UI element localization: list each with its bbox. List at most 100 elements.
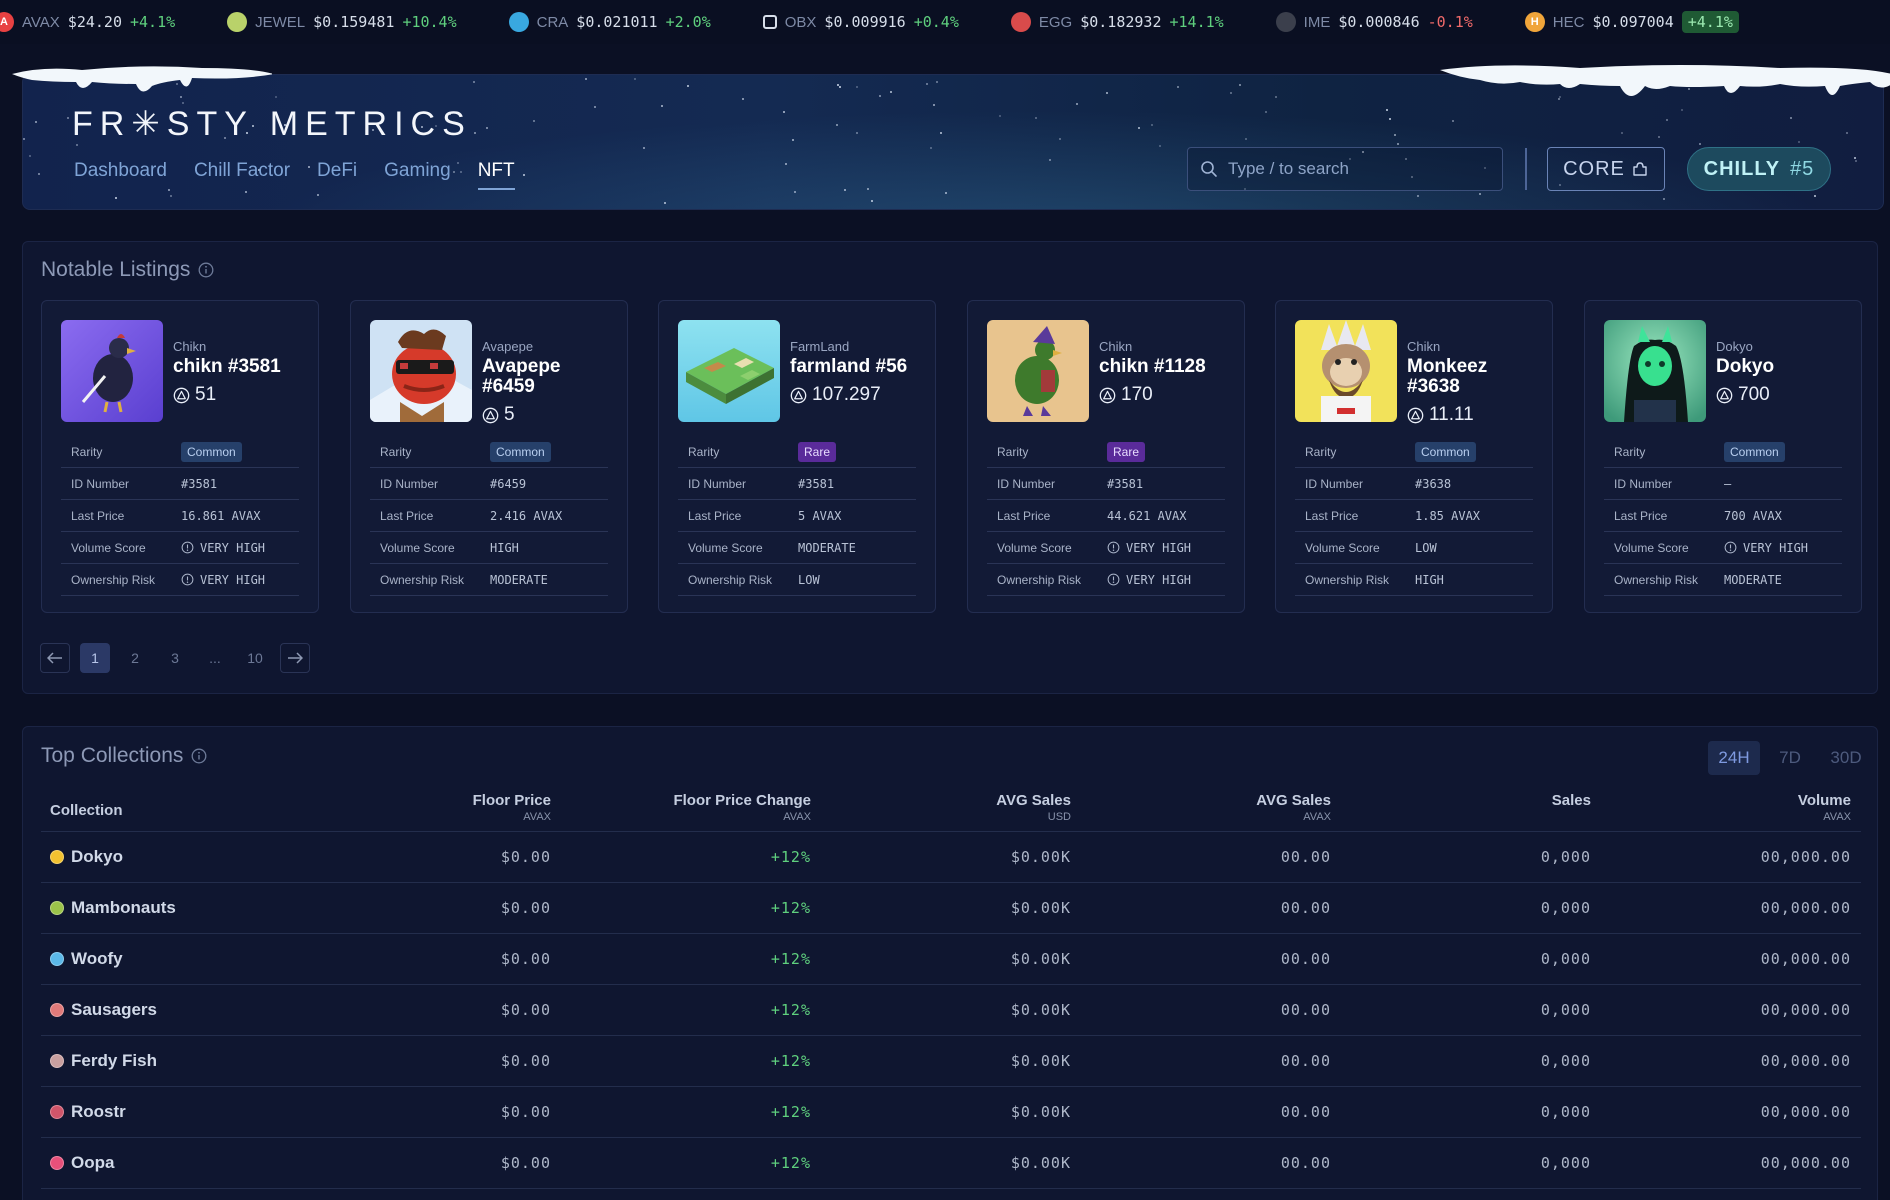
column-label: Collection (50, 802, 123, 819)
range-30d[interactable]: 30D (1820, 741, 1872, 775)
nft-name[interactable]: Dokyo (1716, 357, 1851, 377)
table-row[interactable]: Woofy $0.00 +12% $0.00K 00.00 0,000 00,000.00 (41, 934, 1861, 985)
warning-icon (1107, 541, 1120, 554)
collection-name[interactable]: Oopa (50, 1153, 114, 1173)
top-collections-heading: Top Collections (41, 744, 184, 767)
page-button[interactable]: 3 (160, 643, 190, 673)
page-button[interactable]: 1 (80, 643, 110, 673)
cell-sales: 0,000 (1540, 1154, 1591, 1172)
nft-card[interactable]: Chikn Monkeez #3638 11.11 Rarity Common ID Nu… (1275, 300, 1553, 613)
nft-name[interactable]: farmland #56 (790, 357, 925, 377)
nav-dashboard[interactable]: Dashboard (74, 160, 167, 190)
column-header[interactable]: Collection (50, 802, 123, 819)
snow-decoration-left (12, 66, 272, 92)
nav-chill-factor[interactable]: Chill Factor (194, 160, 290, 190)
column-header[interactable]: Floor Price AVAX (311, 792, 551, 823)
star-decoration (844, 189, 846, 191)
search-input[interactable] (1228, 159, 1478, 179)
property-label: ID Number (71, 476, 130, 491)
column-label: Floor Price (472, 792, 551, 809)
nft-card[interactable]: Avapepe Avapepe #6459 5 Rarity Common ID Numb… (350, 300, 628, 613)
column-header[interactable]: Volume AVAX (1611, 792, 1851, 823)
nav-defi[interactable]: DeFi (317, 160, 357, 190)
property-label: Volume Score (997, 540, 1072, 555)
nft-meta: Chikn chikn #3581 51 (173, 339, 308, 406)
nft-image[interactable] (61, 320, 163, 422)
table-row[interactable]: Mambonauts $0.00 +12% $0.00K 00.00 0,000 00,00… (41, 883, 1861, 934)
star-decoration (115, 197, 117, 199)
property-text: HIGH (1415, 572, 1444, 587)
column-header[interactable]: AVG Sales AVAX (1091, 792, 1331, 823)
property-text: #3581 (798, 476, 835, 491)
table-row[interactable]: Roostr $0.00 +12% $0.00K 00.00 0,000 00,000.00 (41, 1087, 1861, 1138)
ticker-item[interactable]: EGG $0.182932 +14.1% (1010, 12, 1224, 32)
rarity-row: Rarity Common (1295, 436, 1533, 468)
nft-card[interactable]: Dokyo Dokyo 700 Rarity Common ID Number – Last … (1584, 300, 1862, 613)
table-row[interactable]: Oopa $0.00 +12% $0.00K 00.00 0,000 00,000.00 (41, 1138, 1861, 1189)
nft-card[interactable]: Chikn chikn #3581 51 Rarity Common ID Number #… (41, 300, 319, 613)
property-text: 2.416 AVAX (490, 508, 563, 523)
ticker-item[interactable]: OBX $0.009916 +0.4% (762, 13, 959, 31)
nft-image[interactable] (1604, 320, 1706, 422)
ticker-item[interactable]: JEWEL $0.159481 +10.4% (227, 12, 457, 32)
nft-name[interactable]: chikn #3581 (173, 357, 308, 377)
prev-page-button[interactable] (40, 643, 70, 673)
nft-card[interactable]: FarmLand farmland #56 107.297 Rarity Rare ID … (658, 300, 936, 613)
cell-avg-usd: $0.00K (1010, 1103, 1071, 1121)
nft-name[interactable]: Monkeez #3638 (1407, 357, 1542, 397)
property-label: Last Price (1305, 508, 1359, 523)
star-decoration (1417, 195, 1419, 197)
collection-name[interactable]: Ferdy Fish (50, 1051, 157, 1071)
collection-name[interactable]: Dokyo (50, 847, 123, 867)
next-page-button[interactable] (280, 643, 310, 673)
search-box[interactable] (1187, 147, 1503, 191)
page-button[interactable]: 10 (240, 643, 270, 673)
column-header[interactable]: Floor Price Change AVAX (571, 792, 811, 823)
info-icon[interactable] (198, 262, 214, 278)
ticker-price: $0.009916 (824, 13, 906, 31)
nft-image[interactable] (1295, 320, 1397, 422)
collection-name[interactable]: Sausagers (50, 1000, 157, 1020)
info-icon[interactable] (191, 748, 207, 764)
property-value: Common (1415, 441, 1476, 462)
main-nav: Dashboard Chill Factor DeFi Gaming NFT (74, 160, 542, 190)
page-button[interactable]: 2 (120, 643, 150, 673)
id-row: ID Number #3581 (678, 468, 916, 500)
collection-name[interactable]: Roostr (50, 1102, 126, 1122)
collection-name[interactable]: Woofy (50, 949, 123, 969)
nft-name[interactable]: chikn #1128 (1099, 357, 1234, 377)
collection-name[interactable]: Mambonauts (50, 898, 176, 918)
id-row: ID Number – (1604, 468, 1842, 500)
nft-properties: Rarity Rare ID Number #3581 Last Price 44.621… (987, 436, 1225, 596)
app-logo[interactable]: FR✳STY METRICS (72, 104, 472, 144)
property-text: LOW (1415, 540, 1437, 555)
star-decoration (170, 195, 172, 197)
column-header[interactable]: Sales (1351, 792, 1591, 809)
nav-nft[interactable]: NFT (477, 160, 515, 190)
ticker-item[interactable]: IME $0.000846 -0.1% (1275, 12, 1473, 32)
nft-image[interactable] (987, 320, 1089, 422)
ownership-risk-row: Ownership Risk MODERATE (1604, 564, 1842, 596)
property-text: 16.861 AVAX (181, 508, 261, 523)
ticker-item[interactable]: H HEC $0.097004 +4.1% (1524, 11, 1739, 33)
star-decoration (930, 147, 932, 149)
range-24h[interactable]: 24H (1708, 741, 1760, 775)
last-price-row: Last Price 2.416 AVAX (370, 500, 608, 532)
table-row[interactable]: Dokyo $0.00 +12% $0.00K 00.00 0,000 00,000.00 (41, 832, 1861, 883)
ticker-item[interactable]: A AVAX $24.20 +4.1% (0, 12, 175, 32)
nav-gaming[interactable]: Gaming (384, 160, 451, 190)
ticker-price: $0.021011 (576, 13, 658, 31)
nft-card[interactable]: Chikn chikn #1128 170 Rarity Rare ID Number #3… (967, 300, 1245, 613)
star-decoration (317, 194, 319, 196)
range-7d[interactable]: 7D (1764, 741, 1816, 775)
table-row[interactable]: Ferdy Fish $0.00 +12% $0.00K 00.00 0,000 00,00… (41, 1036, 1861, 1087)
nft-image[interactable] (370, 320, 472, 422)
nft-name[interactable]: Avapepe #6459 (482, 357, 617, 397)
nft-image[interactable] (678, 320, 780, 422)
cell-sales: 0,000 (1540, 1103, 1591, 1121)
chilly-rank-button[interactable]: CHILLY #5 (1687, 147, 1831, 191)
column-header[interactable]: AVG Sales USD (831, 792, 1071, 823)
ticker-item[interactable]: CRA $0.021011 +2.0% (508, 12, 711, 32)
core-button[interactable]: CORE (1547, 147, 1665, 191)
table-row[interactable]: Sausagers $0.00 +12% $0.00K 00.00 0,000 00,000… (41, 985, 1861, 1036)
